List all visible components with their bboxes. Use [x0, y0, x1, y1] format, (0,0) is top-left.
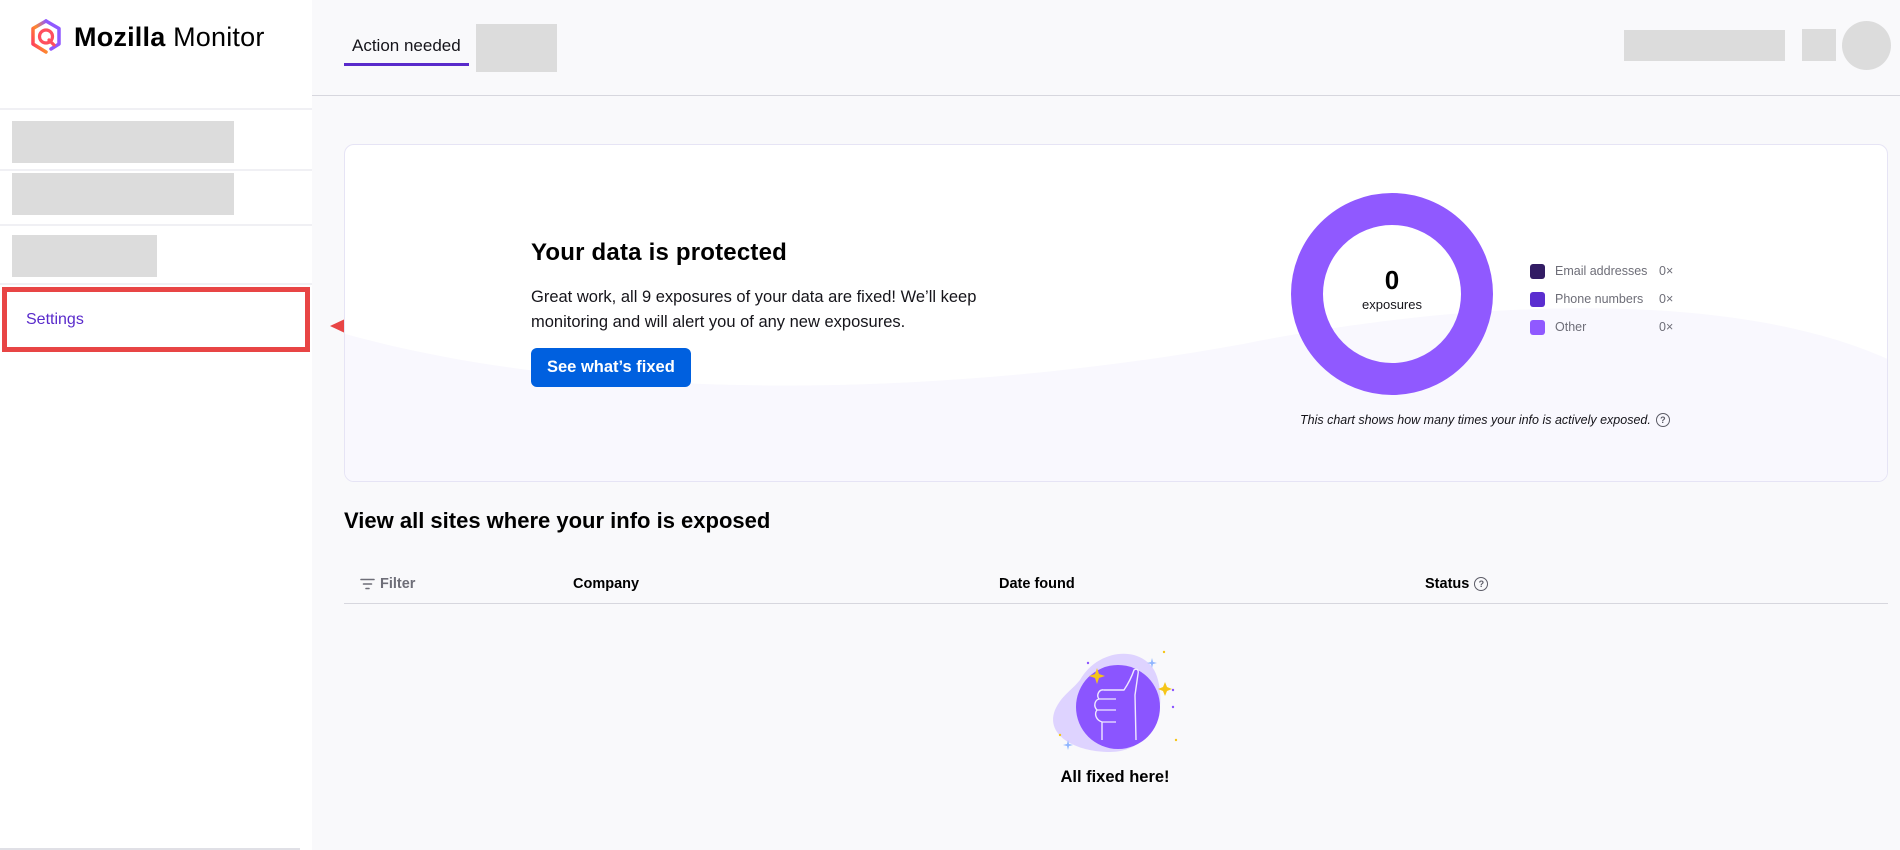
sidebar-divider	[0, 283, 312, 285]
filter-icon	[360, 578, 375, 590]
donut-center-label: exposures	[1362, 297, 1422, 312]
filter-label: Filter	[380, 576, 416, 592]
hero-title: Your data is protected	[531, 239, 788, 266]
legend-swatch	[1530, 291, 1545, 307]
sidebar-item-settings[interactable]: Settings	[2, 287, 310, 352]
sidebar-item-placeholder[interactable]	[12, 235, 157, 277]
avatar[interactable]	[1842, 21, 1891, 70]
legend-swatch	[1530, 319, 1545, 335]
tab-label: Action needed	[352, 36, 461, 55]
tab-action-needed[interactable]: Action needed	[344, 24, 469, 66]
sidebar-item-placeholder[interactable]	[12, 173, 234, 215]
exposures-table-header: Filter Company Date found Status ?	[344, 568, 1888, 604]
thumbs-up-illustration-icon	[1053, 650, 1178, 752]
column-header-date-found[interactable]: Date found	[999, 576, 1075, 592]
brand-name: Mozilla Monitor	[74, 21, 265, 52]
exposures-section-title: View all sites where your info is expose…	[344, 508, 771, 533]
donut-center: 0 exposures	[1291, 265, 1493, 312]
column-label: Company	[573, 576, 640, 592]
column-header-status[interactable]: Status ?	[1425, 576, 1489, 592]
legend-item-email: Email addresses 0×	[1530, 257, 1689, 285]
empty-state-message: All fixed here!	[1060, 768, 1170, 786]
see-whats-fixed-button[interactable]: See what’s fixed	[531, 348, 691, 387]
column-label: Date found	[999, 576, 1075, 592]
chart-note-text: This chart shows how many times your inf…	[1300, 413, 1651, 427]
sidebar-divider	[0, 108, 312, 110]
legend-item-phone: Phone numbers 0×	[1530, 285, 1689, 313]
sidebar: Mozilla Monitor Settings	[0, 0, 312, 850]
dashboard-hero-card: Your data is protected Great work, all 9…	[344, 144, 1888, 482]
legend-swatch	[1530, 263, 1545, 279]
chart-note: This chart shows how many times your inf…	[1300, 413, 1670, 427]
help-icon[interactable]: ?	[1655, 413, 1670, 427]
legend-value: 0×	[1659, 292, 1674, 306]
legend-label: Email addresses	[1555, 264, 1648, 278]
sidebar-divider	[0, 169, 312, 171]
header-placeholder[interactable]	[1624, 30, 1785, 61]
column-header-company[interactable]: Company	[573, 576, 639, 592]
mozilla-monitor-logo-icon	[31, 19, 61, 54]
hero-description: Great work, all 9 exposures of your data…	[531, 288, 977, 331]
legend-label: Other	[1555, 320, 1587, 334]
legend-value: 0×	[1659, 264, 1674, 278]
filter-button[interactable]: Filter	[360, 576, 415, 592]
sidebar-item-placeholder[interactable]	[12, 121, 234, 163]
header-icon-placeholder[interactable]	[1802, 29, 1836, 61]
hero-text: Your data is protected Great work, all 9…	[531, 239, 1001, 387]
donut-center-value: 0	[1384, 265, 1400, 295]
column-label: Status	[1425, 576, 1470, 592]
help-icon[interactable]: ?	[1474, 577, 1489, 591]
sidebar-divider	[0, 224, 312, 226]
sidebar-item-label: Settings	[26, 310, 84, 328]
tab-placeholder[interactable]	[476, 24, 557, 72]
legend-item-other: Other 0×	[1530, 313, 1689, 341]
logo[interactable]: Mozilla Monitor	[28, 18, 265, 56]
legend-value: 0×	[1659, 320, 1674, 334]
legend-label: Phone numbers	[1555, 292, 1644, 306]
top-bar: Action needed	[312, 0, 1900, 96]
chart-legend: Email addresses 0× Phone numbers 0× Othe…	[1530, 257, 1689, 341]
